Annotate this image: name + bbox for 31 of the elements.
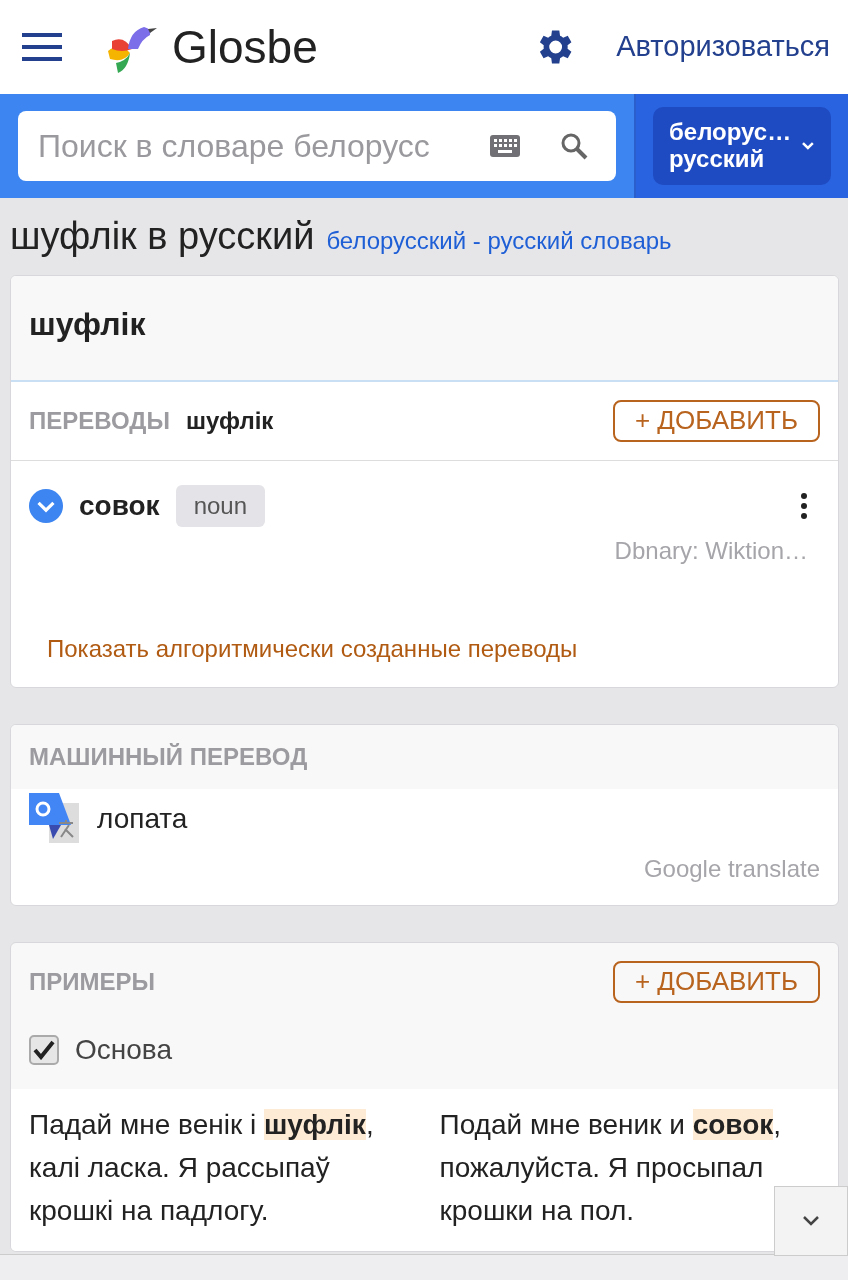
search-icon[interactable] — [560, 132, 588, 160]
chevron-down-icon — [802, 1215, 820, 1227]
example-sentence: Падай мне венік і шуфлік, калі ласка. Я рассыпаў крошкі на падлогу. — [29, 1107, 375, 1229]
source-text: Dbnary: Wiktion… — [613, 535, 809, 566]
headword: шуфлік — [11, 276, 838, 382]
dictionary-link[interactable]: белорусский - русский словарь — [326, 223, 672, 259]
section-word: шуфлік — [185, 405, 274, 436]
chevron-down-icon — [801, 141, 815, 151]
checkbox[interactable] — [29, 1034, 59, 1065]
part-of-speech-tag: noun — [175, 484, 266, 527]
source-text: Google translate — [642, 853, 820, 884]
language-pair-button[interactable]: белорус… русский — [653, 107, 831, 185]
example-translation: Подай мне веник и совок, пожалуйста. Я просыпал крошки на пол. — [439, 1107, 783, 1229]
keyboard-icon[interactable] — [490, 135, 520, 157]
translate-icon — [29, 792, 81, 845]
add-button[interactable]: + ДОБАВИТЬ — [612, 960, 820, 1003]
page-title: шуфлік в русский — [10, 214, 315, 259]
show-more-link[interactable]: Показать алгоритмически созданные переводы — [11, 582, 838, 687]
translation-text: лопата — [97, 801, 188, 836]
more-options-icon[interactable] — [800, 492, 808, 519]
search-box[interactable]: Поиск в словаре белорусс — [18, 111, 616, 181]
section-label: ПРИМЕРЫ — [29, 966, 155, 997]
expand-toggle-icon[interactable] — [29, 488, 63, 523]
add-button[interactable]: + ДОБАВИТЬ — [612, 400, 820, 442]
checkbox-label: Основа — [75, 1032, 172, 1067]
section-label: ПЕРЕВОДЫ — [29, 405, 170, 436]
section-label: МАШИННЫЙ ПЕРЕВОД — [29, 742, 308, 770]
login-link[interactable]: Авторизоваться — [616, 25, 830, 69]
logo-text[interactable]: Glosbe — [172, 12, 318, 82]
translation-word: совок — [79, 488, 160, 523]
menu-icon[interactable] — [22, 33, 62, 61]
